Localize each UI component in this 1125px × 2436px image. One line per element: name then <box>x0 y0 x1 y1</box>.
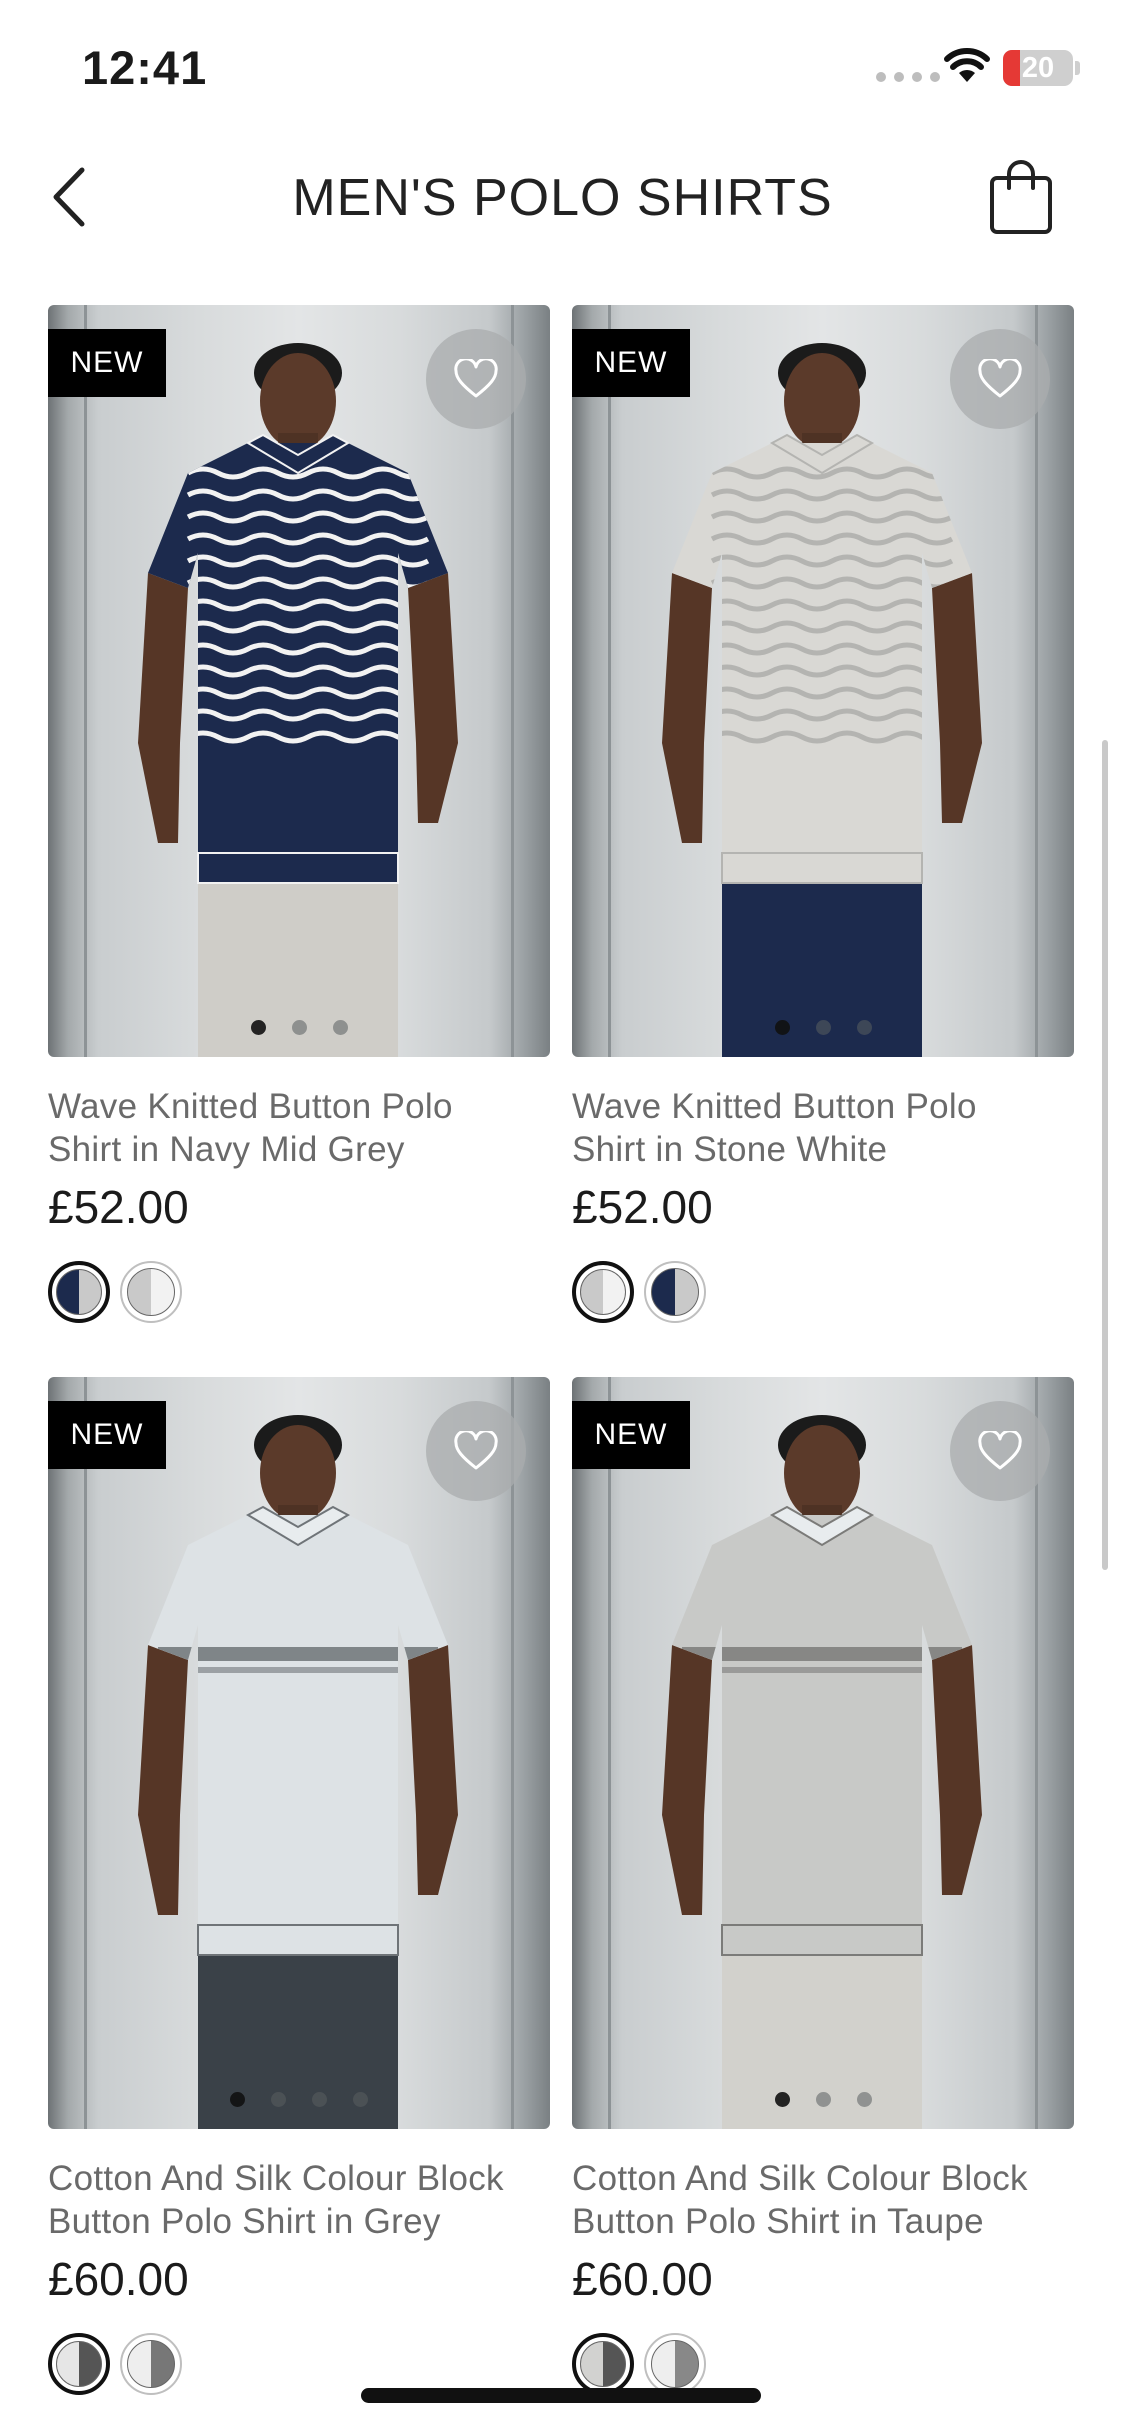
product-price: £52.00 <box>572 1181 713 1233</box>
wishlist-button[interactable] <box>426 1401 526 1501</box>
color-swatch[interactable] <box>644 2333 706 2395</box>
pager-dot[interactable] <box>332 1020 348 1035</box>
wishlist-button[interactable] <box>950 329 1050 429</box>
page-title: MEN'S POLO SHIRTS <box>292 169 833 227</box>
pager-dot[interactable] <box>774 1020 790 1035</box>
product-name-line: Button Polo Shirt in Taupe <box>572 2202 984 2241</box>
color-swatch[interactable] <box>572 1261 634 1323</box>
new-badge: NEW <box>572 329 690 397</box>
wishlist-button[interactable] <box>426 329 526 429</box>
image-pager-dots[interactable] <box>48 2092 550 2107</box>
pager-dot[interactable] <box>815 1020 831 1035</box>
new-badge: NEW <box>572 1401 690 1469</box>
color-swatch[interactable] <box>644 1261 706 1323</box>
model-illustration <box>662 343 982 1057</box>
pager-dot[interactable] <box>856 2092 872 2107</box>
color-swatch[interactable] <box>48 1261 110 1323</box>
pager-dot[interactable] <box>774 2092 790 2107</box>
battery-icon: 20 <box>1003 50 1073 86</box>
product-name-line: Shirt in Navy Mid Grey <box>48 1130 405 1169</box>
product-name[interactable]: Cotton And Silk Colour Block Button Polo… <box>572 2157 1092 2243</box>
color-swatch[interactable] <box>120 1261 182 1323</box>
product-card[interactable]: NEW Wave Knitted Button Polo Shirt in Na… <box>48 305 550 1345</box>
pager-dot[interactable] <box>312 2092 327 2107</box>
heart-icon <box>978 1431 1022 1470</box>
scrollbar[interactable] <box>1102 740 1108 1570</box>
wifi-icon <box>944 48 990 82</box>
model-illustration <box>138 1415 458 2129</box>
battery-tip <box>1075 61 1080 75</box>
product-name-line: Wave Knitted Button Polo <box>48 1087 453 1126</box>
color-swatch[interactable] <box>48 2333 110 2395</box>
status-bar: 12:41 20 <box>0 0 1125 140</box>
color-swatches <box>572 2333 706 2395</box>
product-name-line: Wave Knitted Button Polo <box>572 1087 977 1126</box>
pager-dot[interactable] <box>250 1020 266 1035</box>
image-pager-dots[interactable] <box>572 1020 1074 1035</box>
pager-dot[interactable] <box>271 2092 286 2107</box>
pager-dot[interactable] <box>815 2092 831 2107</box>
model-illustration <box>138 343 458 1057</box>
new-badge: NEW <box>48 329 166 397</box>
product-card[interactable]: NEW Cotton And Silk Colour Block Button … <box>48 1377 550 2417</box>
product-price: £60.00 <box>48 2253 189 2305</box>
pager-dot[interactable] <box>856 1020 872 1035</box>
product-card[interactable]: NEW Wave Knitted Button Polo Shirt in St… <box>572 305 1074 1345</box>
product-name[interactable]: Wave Knitted Button Polo Shirt in Stone … <box>572 1085 1092 1171</box>
wishlist-button[interactable] <box>950 1401 1050 1501</box>
color-swatch[interactable] <box>120 2333 182 2395</box>
product-image[interactable]: NEW <box>572 1377 1074 2129</box>
product-card[interactable]: NEW Cotton And Silk Colour Block Button … <box>572 1377 1074 2417</box>
shopping-bag-icon[interactable] <box>988 158 1054 236</box>
cellular-signal-icon <box>876 72 940 82</box>
product-name-line: Cotton And Silk Colour Block <box>572 2159 1028 2198</box>
home-indicator[interactable] <box>361 2388 761 2403</box>
color-swatches <box>48 1261 182 1323</box>
product-name-line: Cotton And Silk Colour Block <box>48 2159 504 2198</box>
pager-dot[interactable] <box>230 2092 245 2107</box>
color-swatches <box>572 1261 706 1323</box>
image-pager-dots[interactable] <box>572 2092 1074 2107</box>
new-badge: NEW <box>48 1401 166 1469</box>
status-time: 12:41 <box>82 41 208 94</box>
product-price: £52.00 <box>48 1181 189 1233</box>
model-illustration <box>662 1415 982 2129</box>
nav-header: MEN'S POLO SHIRTS <box>0 140 1125 260</box>
heart-icon <box>454 1431 498 1470</box>
heart-icon <box>978 359 1022 398</box>
product-name-line: Shirt in Stone White <box>572 1130 888 1169</box>
product-name[interactable]: Cotton And Silk Colour Block Button Polo… <box>48 2157 568 2243</box>
pager-dot[interactable] <box>291 1020 307 1035</box>
pager-dot[interactable] <box>353 2092 368 2107</box>
color-swatch[interactable] <box>572 2333 634 2395</box>
image-pager-dots[interactable] <box>48 1020 550 1035</box>
product-price: £60.00 <box>572 2253 713 2305</box>
product-image[interactable]: NEW <box>572 305 1074 1057</box>
color-swatches <box>48 2333 182 2395</box>
product-image[interactable]: NEW <box>48 1377 550 2129</box>
battery-level: 20 <box>1021 52 1055 84</box>
product-image[interactable]: NEW <box>48 305 550 1057</box>
product-name[interactable]: Wave Knitted Button Polo Shirt in Navy M… <box>48 1085 568 1171</box>
product-name-line: Button Polo Shirt in Grey <box>48 2202 441 2241</box>
heart-icon <box>454 359 498 398</box>
